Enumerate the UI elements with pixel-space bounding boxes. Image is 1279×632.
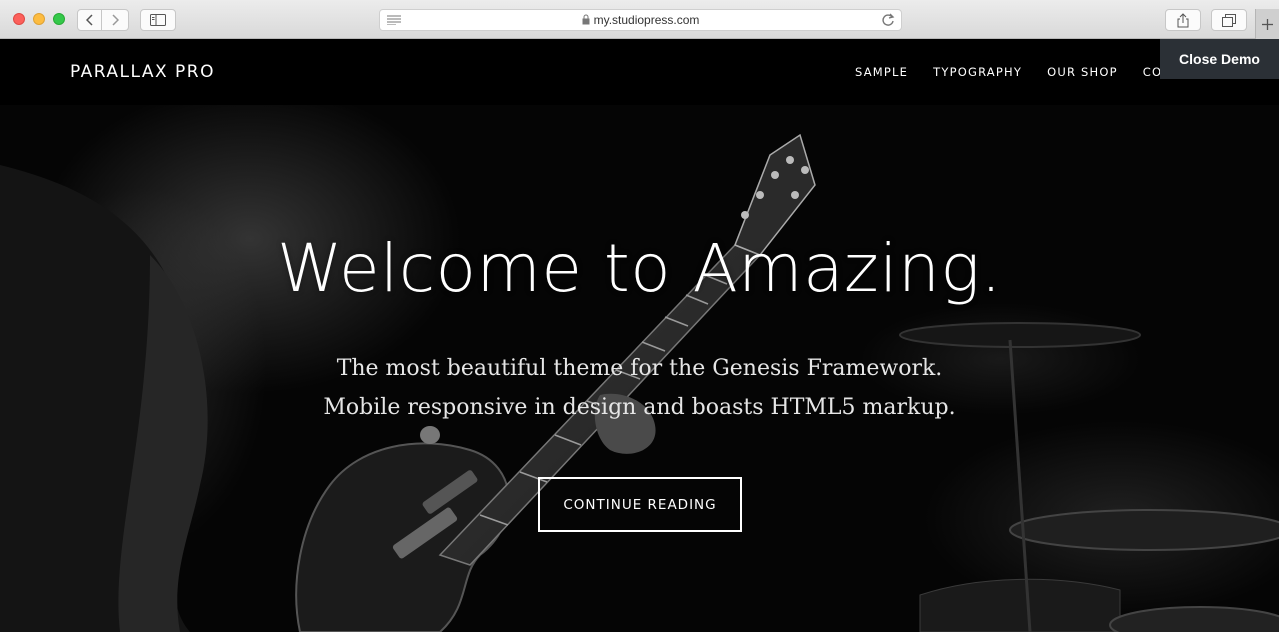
chevron-right-icon <box>112 14 119 26</box>
reload-icon[interactable] <box>881 13 895 27</box>
tabs-icon <box>1222 13 1236 27</box>
share-icon <box>1177 12 1189 27</box>
nav-item-sample[interactable]: SAMPLE <box>855 65 908 79</box>
history-nav <box>77 9 129 31</box>
window-minimize-button[interactable] <box>33 13 45 25</box>
hero-section: Welcome to Amazing. The most beautiful t… <box>0 105 1279 632</box>
window-close-button[interactable] <box>13 13 25 25</box>
web-page: PARALLAX PRO SAMPLE TYPOGRAPHY OUR SHOP … <box>0 39 1279 632</box>
show-tabs-button[interactable] <box>1211 9 1247 31</box>
address-bar[interactable]: my.studiopress.com <box>379 9 902 31</box>
continue-reading-button[interactable]: CONTINUE READING <box>538 477 742 532</box>
hero-subtitle-line-1: The most beautiful theme for the Genesis… <box>336 356 943 381</box>
url-display: my.studiopress.com <box>380 13 901 27</box>
hero-title: Welcome to Amazing. <box>277 230 1002 307</box>
close-demo-button[interactable]: Close Demo <box>1160 39 1279 79</box>
plus-icon <box>1262 18 1273 30</box>
share-button[interactable] <box>1165 9 1201 31</box>
back-button[interactable] <box>77 9 102 31</box>
lock-icon <box>582 14 590 25</box>
site-header: PARALLAX PRO SAMPLE TYPOGRAPHY OUR SHOP … <box>0 39 1279 105</box>
forward-button[interactable] <box>102 9 129 31</box>
chevron-left-icon <box>85 14 93 26</box>
site-title[interactable]: PARALLAX PRO <box>70 62 215 82</box>
hero-subtitle-line-2: Mobile responsive in design and boasts H… <box>323 395 956 420</box>
nav-item-typography[interactable]: TYPOGRAPHY <box>933 65 1022 79</box>
window-maximize-button[interactable] <box>53 13 65 25</box>
sidebar-icon <box>150 14 166 26</box>
nav-item-our-shop[interactable]: OUR SHOP <box>1047 65 1118 79</box>
url-text: my.studiopress.com <box>593 13 700 27</box>
sidebar-toggle-button[interactable] <box>140 9 176 31</box>
new-tab-button[interactable] <box>1255 9 1279 39</box>
browser-toolbar: my.studiopress.com <box>0 0 1279 39</box>
